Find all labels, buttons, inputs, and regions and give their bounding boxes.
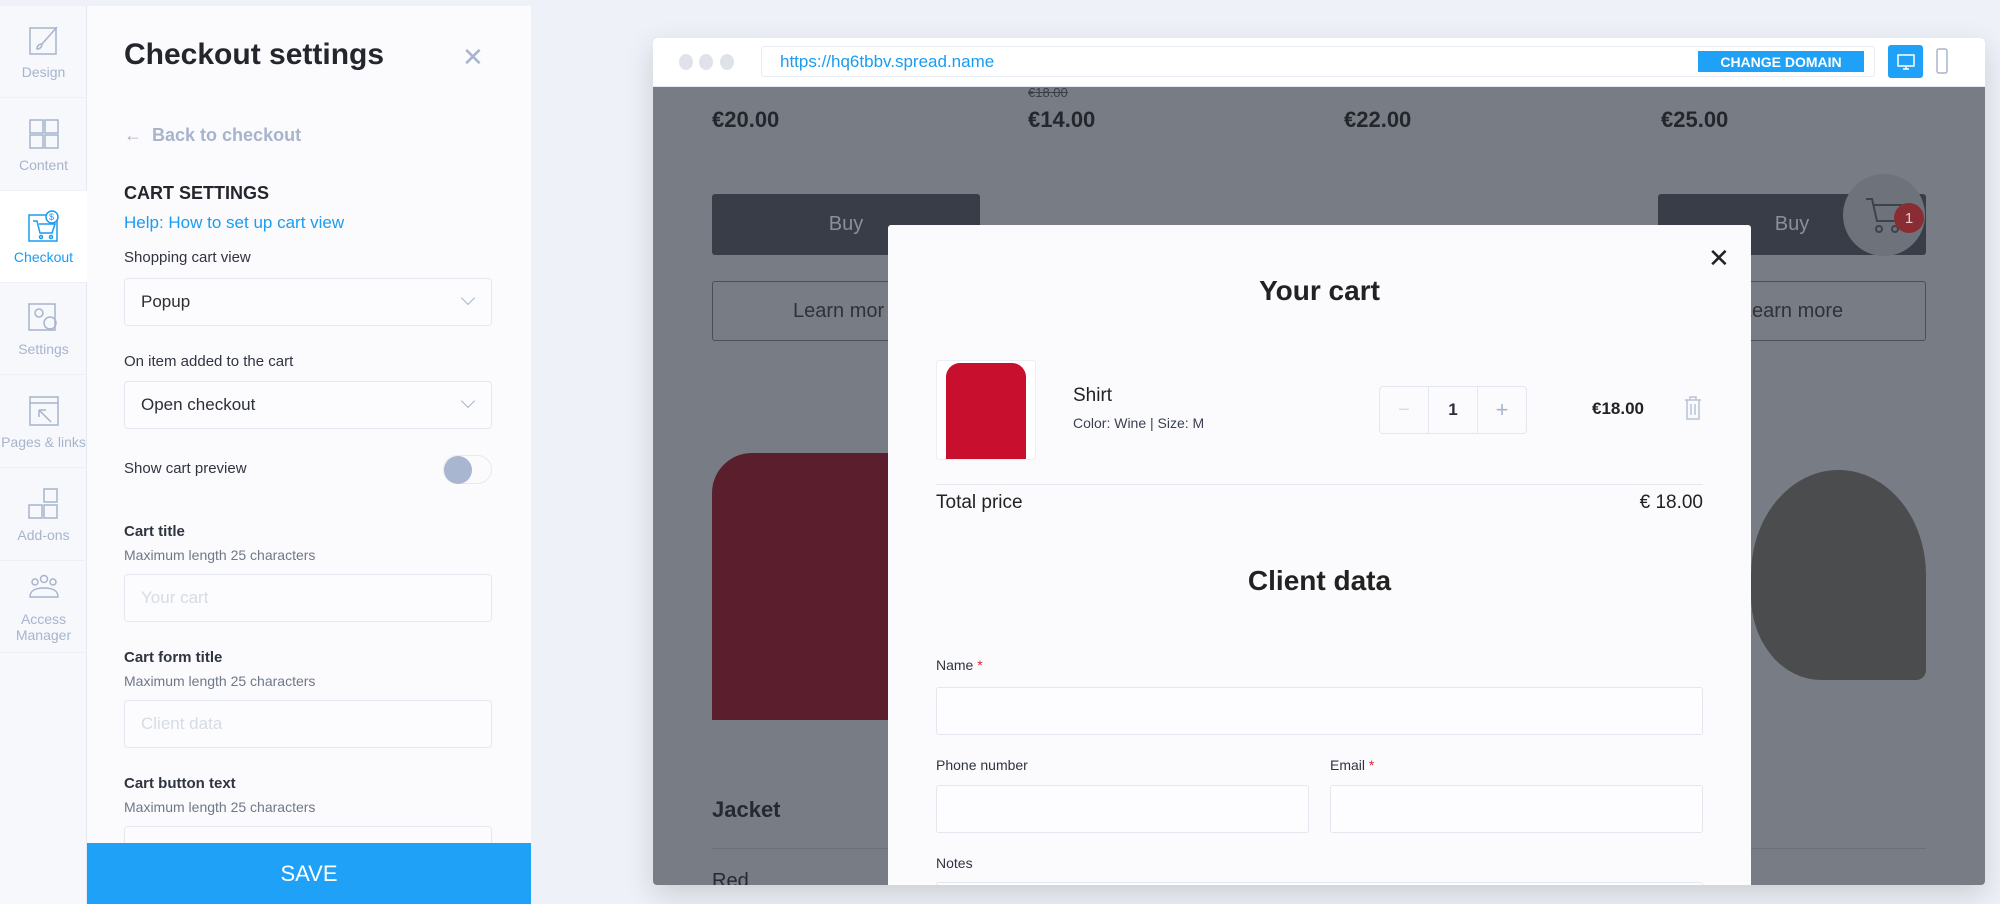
form-title: Client data <box>1247 565 1392 596</box>
save-button[interactable]: SAVE <box>87 843 531 904</box>
item-image <box>936 360 1036 460</box>
name-input[interactable] <box>936 687 1703 735</box>
help-link[interactable]: Help: How to set up cart view <box>124 213 344 233</box>
browser-toolbar: https://hq6tbbv.spread.name CHANGE DOMAI… <box>653 38 1985 87</box>
notes-label: Notes <box>936 855 973 871</box>
panel-title: Checkout settings <box>124 38 385 71</box>
item-meta: Color: Wine | Size: M <box>1073 415 1205 431</box>
total-label: Total price <box>936 492 1023 513</box>
arrow-left-icon: ← <box>124 125 153 145</box>
form-title-hint: Maximum length 25 characters <box>124 673 316 689</box>
close-icon[interactable]: ✕ <box>1708 243 1730 274</box>
item-name: Shirt <box>1073 385 1113 406</box>
increase-button[interactable]: + <box>1478 387 1526 433</box>
email-input[interactable] <box>1330 785 1703 833</box>
rail-item-pages-links[interactable]: Pages & links <box>0 376 87 468</box>
grid-icon <box>28 118 59 149</box>
addons-icon <box>27 487 58 519</box>
divider <box>936 484 1703 485</box>
change-domain-button[interactable]: CHANGE DOMAIN <box>1698 51 1864 72</box>
old-price: €18.00 <box>1028 87 1068 100</box>
chevron-down-icon <box>460 290 476 306</box>
rail-item-settings[interactable]: Settings <box>0 283 87 375</box>
on-add-select[interactable]: Open checkout <box>124 381 492 429</box>
window-dot <box>720 54 734 70</box>
product-price: €14.00 <box>1028 107 1096 132</box>
mobile-view-button[interactable] <box>1935 48 1949 79</box>
cap-image <box>1751 470 1926 680</box>
decrease-button[interactable]: − <box>1380 387 1429 433</box>
gears-icon <box>27 302 57 331</box>
product-price: €20.00 <box>712 107 780 132</box>
button-text-hint: Maximum length 25 characters <box>124 799 316 815</box>
users-icon <box>28 574 59 598</box>
left-nav-rail: Design Content $ Checkout Settings Pages… <box>0 6 87 904</box>
rail-item-content[interactable]: Content <box>0 99 87 191</box>
product-color: Red <box>712 870 749 885</box>
show-preview-toggle[interactable] <box>443 455 492 484</box>
product-price: €25.00 <box>1661 107 1729 132</box>
form-title-label: Cart form title <box>124 649 223 666</box>
cart-title-hint: Maximum length 25 characters <box>124 547 316 563</box>
rail-item-checkout[interactable]: $ Checkout <box>0 191 87 283</box>
cart-view-select[interactable]: Popup <box>124 278 492 326</box>
brush-icon <box>28 26 58 55</box>
checkout-settings-panel: Checkout settings ✕ ← Back to checkout C… <box>87 6 531 904</box>
item-price: €18.00 <box>1592 399 1644 418</box>
mobile-icon <box>1936 48 1948 74</box>
chevron-down-icon <box>460 393 476 409</box>
rail-item-design[interactable]: Design <box>0 6 87 98</box>
total-value: € 18.00 <box>1639 492 1703 513</box>
show-preview-label: Show cart preview <box>124 460 247 477</box>
close-icon[interactable]: ✕ <box>462 44 484 70</box>
cart-title-label: Cart title <box>124 523 185 540</box>
phone-input[interactable] <box>936 785 1309 833</box>
desktop-icon <box>1896 53 1915 70</box>
section-heading: CART SETTINGS <box>124 183 270 203</box>
notes-textarea[interactable] <box>936 882 1703 885</box>
cart-view-label: Shopping cart view <box>124 249 251 266</box>
window-dot <box>699 54 713 70</box>
page-content: €18.00 €20.00 €14.00 €22.00 €25.00 Buy B… <box>653 87 1985 885</box>
window-dot <box>679 54 693 70</box>
svg-text:$: $ <box>49 212 54 222</box>
cart-modal: ✕ Your cart Shirt Color: Wine | Size: M … <box>888 225 1751 885</box>
rail-item-addons[interactable]: Add-ons <box>0 469 87 561</box>
cart-title-input[interactable]: Your cart <box>124 574 492 622</box>
cart-count-badge: 1 <box>1894 203 1924 233</box>
form-title-input[interactable]: Client data <box>124 700 492 748</box>
on-add-label: On item added to the cart <box>124 353 294 370</box>
trash-icon[interactable] <box>1684 396 1702 420</box>
back-to-checkout-link[interactable]: ← Back to checkout <box>124 125 301 146</box>
url-bar[interactable]: https://hq6tbbv.spread.name CHANGE DOMAI… <box>761 46 1875 77</box>
product-name: Jacket <box>712 797 781 822</box>
cart-dollar-icon: $ <box>27 209 59 242</box>
pages-icon <box>28 395 59 426</box>
button-text-label: Cart button text <box>124 775 236 792</box>
quantity-value[interactable]: 1 <box>1429 387 1478 433</box>
product-price: €22.00 <box>1344 107 1412 132</box>
quantity-stepper: − 1 + <box>1379 386 1527 434</box>
site-preview: https://hq6tbbv.spread.name CHANGE DOMAI… <box>653 38 1985 885</box>
email-label: Email * <box>1330 757 1375 773</box>
cart-title: Your cart <box>1259 275 1380 306</box>
name-label: Name * <box>936 657 983 673</box>
desktop-view-button[interactable] <box>1888 45 1923 78</box>
phone-label: Phone number <box>936 757 1028 773</box>
rail-item-access-manager[interactable]: Access Manager <box>0 561 87 653</box>
